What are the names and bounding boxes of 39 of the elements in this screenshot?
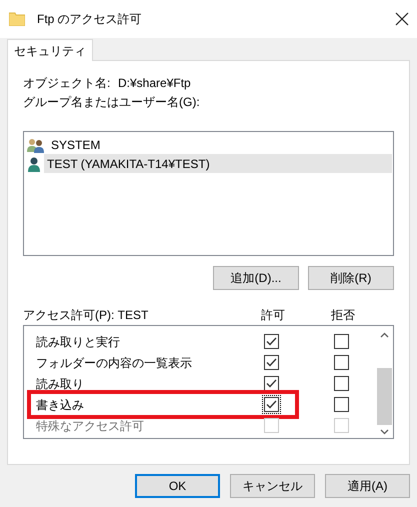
user-icon xyxy=(27,156,41,172)
user-item[interactable]: SYSTEM xyxy=(48,135,392,154)
checkbox[interactable] xyxy=(332,395,350,414)
users-label: グループ名またはユーザー名(G): xyxy=(23,94,200,110)
checkbox[interactable] xyxy=(332,332,350,351)
permission-name: 特殊なアクセス許可 xyxy=(35,418,145,434)
column-header: 許可 xyxy=(260,307,286,324)
checkbox[interactable] xyxy=(332,353,350,372)
checkbox[interactable] xyxy=(262,353,280,372)
object-label: オブジェクト名: xyxy=(23,74,112,92)
group-icon xyxy=(27,136,45,152)
checkmark-icon xyxy=(266,379,276,388)
permission-name: 読み取りと実行 xyxy=(35,334,121,350)
permission-name: 書き込み xyxy=(35,396,85,414)
close-icon[interactable] xyxy=(395,12,409,26)
user-action-button[interactable]: 削除(R) xyxy=(308,266,394,290)
tab[interactable]: セキュリティ xyxy=(7,39,93,61)
window-title: Ftp のアクセス許可 xyxy=(37,11,142,28)
checkbox[interactable] xyxy=(332,374,350,393)
user-item[interactable]: TEST (YAMAKITA-T14¥TEST) xyxy=(44,154,392,173)
dialog-button[interactable]: キャンセル xyxy=(230,474,315,498)
scroll-down-icon[interactable] xyxy=(380,429,389,435)
user-action-button[interactable]: 追加(D)... xyxy=(213,266,299,290)
checkbox[interactable] xyxy=(262,332,280,351)
checkbox[interactable] xyxy=(262,374,280,393)
permission-name: 読み取り xyxy=(35,376,85,392)
folder-icon xyxy=(9,12,25,26)
object-path: D:¥share¥Ftp xyxy=(118,74,191,92)
scroll-up-icon[interactable] xyxy=(380,332,389,338)
dialog-button[interactable]: 適用(A) xyxy=(325,474,410,498)
scroll-thumb[interactable] xyxy=(377,368,392,425)
column-header: 拒否 xyxy=(330,307,356,324)
checkmark-icon xyxy=(266,400,276,409)
permissions-label: アクセス許可(P): TEST xyxy=(23,307,150,324)
checkmark-icon xyxy=(266,358,276,367)
checkmark-icon xyxy=(266,337,276,346)
dialog-button[interactable]: OK xyxy=(135,474,220,498)
permission-name: フォルダーの内容の一覧表示 xyxy=(35,354,193,372)
checkbox[interactable] xyxy=(262,395,280,414)
